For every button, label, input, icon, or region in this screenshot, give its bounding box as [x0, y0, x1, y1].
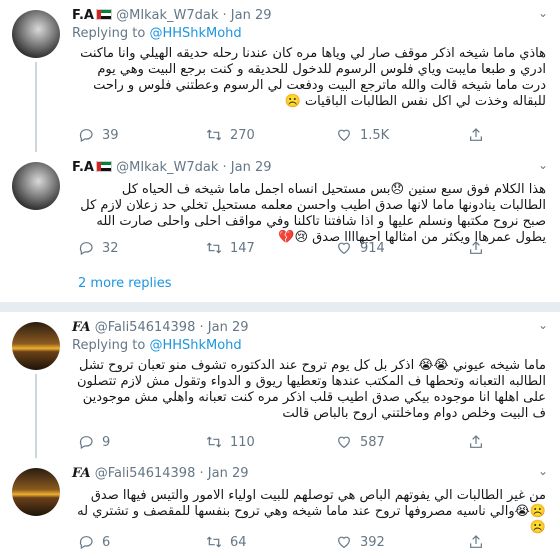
user-handle[interactable]: @MIkak_W7dak	[116, 8, 218, 23]
reply-count: 6	[102, 534, 111, 550]
thread-line	[35, 62, 37, 154]
tweet-text: هاذي ماما شيخه اذكر موقف صار لي وياها مر…	[80, 46, 546, 109]
avatar[interactable]	[12, 322, 60, 370]
reply-count: 9	[102, 434, 111, 450]
tweet-header: F.A @MIkak_W7dak · Jan 29	[72, 8, 272, 23]
display-name[interactable]: FA	[72, 320, 91, 335]
reply-button[interactable]: 9	[78, 434, 110, 450]
share-button[interactable]	[468, 434, 492, 450]
tweet-1[interactable]: F.A @MIkak_W7dak · Jan 29 ⌄ Replying to …	[0, 0, 560, 154]
share-icon	[470, 241, 482, 254]
tweet-2[interactable]: F.A @MIkak_W7dak · Jan 29 ⌄ هذا الكلام ف…	[0, 152, 560, 267]
share-button[interactable]	[468, 534, 492, 550]
avatar[interactable]	[12, 162, 60, 210]
tweet-header: FA @Fali54614398 · Jan 29	[72, 320, 249, 335]
tweet-text: ماما شيخه عيوني 😭😭 اذكر بل كل يوم تروح ع…	[76, 358, 546, 421]
like-button[interactable]: 587	[336, 434, 385, 450]
reply-icon	[79, 536, 93, 550]
chevron-down-icon[interactable]: ⌄	[538, 318, 548, 332]
tweet-header: F.A @MIkak_W7dak · Jan 29	[72, 160, 272, 175]
replying-to: Replying to @HHShkMohd	[72, 338, 242, 353]
tweet-actions: 9 110 587	[72, 434, 546, 452]
heart-icon	[338, 536, 350, 549]
retweet-button[interactable]: 270	[206, 127, 255, 143]
replying-to-link[interactable]: @HHShkMohd	[149, 26, 241, 41]
reply-count: 39	[102, 127, 119, 143]
share-icon	[470, 435, 482, 448]
tweet-actions: 32 147 914	[72, 240, 546, 258]
retweet-icon	[206, 129, 222, 141]
tweet-actions: 6 64 392	[72, 534, 546, 552]
tweet-date[interactable]: Jan 29	[208, 320, 249, 335]
more-replies-row[interactable]: 2 more replies	[0, 266, 560, 303]
more-replies-link[interactable]: 2 more replies	[78, 276, 172, 291]
like-button[interactable]: 392	[336, 534, 385, 550]
heart-icon	[338, 129, 350, 142]
user-handle[interactable]: @Fali54614398	[95, 466, 196, 481]
tweet-header: FA @Fali54614398 · Jan 29	[72, 466, 249, 481]
replying-label: Replying to	[72, 338, 146, 353]
retweet-count: 110	[230, 434, 255, 450]
tweet-actions: 39 270 1.5K	[72, 127, 546, 145]
heart-icon	[338, 436, 350, 449]
replying-to: Replying to @HHShkMohd	[72, 26, 242, 41]
replying-to-link[interactable]: @HHShkMohd	[149, 338, 241, 353]
like-count: 1.5K	[360, 127, 390, 143]
retweet-count: 64	[230, 534, 247, 550]
reply-count: 32	[102, 240, 119, 256]
share-button[interactable]	[468, 240, 492, 256]
reply-icon	[79, 242, 93, 256]
avatar[interactable]	[12, 10, 60, 58]
uae-flag-icon	[95, 161, 112, 172]
tweet-date[interactable]: Jan 29	[208, 466, 249, 481]
retweet-icon	[206, 436, 222, 448]
tweet-3[interactable]: FA @Fali54614398 · Jan 29 ⌄ Replying to …	[0, 312, 560, 460]
retweet-count: 147	[230, 240, 255, 256]
like-count: 914	[360, 240, 385, 256]
retweet-button[interactable]: 110	[206, 434, 255, 450]
display-name[interactable]: F.A	[72, 8, 94, 23]
retweet-icon	[206, 536, 222, 548]
heart-icon	[338, 242, 350, 255]
reply-button[interactable]: 6	[78, 534, 110, 550]
like-button[interactable]: 914	[336, 240, 385, 256]
share-button[interactable]	[468, 127, 492, 143]
retweet-count: 270	[230, 127, 255, 143]
replying-label: Replying to	[72, 26, 146, 41]
like-count: 587	[360, 434, 385, 450]
chevron-down-icon[interactable]: ⌄	[538, 158, 548, 172]
tweet-text: هذا الكلام فوق سبع سنين 😞بس مستحيل انساه…	[80, 182, 546, 245]
chevron-down-icon[interactable]: ⌄	[538, 6, 548, 20]
share-icon	[470, 535, 482, 548]
section-divider	[0, 302, 560, 312]
user-handle[interactable]: @MIkak_W7dak	[116, 160, 218, 175]
reply-icon	[79, 436, 93, 450]
retweet-icon	[206, 242, 222, 254]
chevron-down-icon[interactable]: ⌄	[538, 464, 548, 478]
tweet-date[interactable]: Jan 29	[231, 8, 272, 23]
avatar[interactable]	[12, 468, 60, 516]
uae-flag-icon	[95, 9, 112, 20]
tweet-text: من غير الطالبات الي يفوتهم الباص هي توصل…	[77, 488, 546, 535]
reply-icon	[79, 129, 93, 143]
like-button[interactable]: 1.5K	[336, 127, 389, 143]
reply-button[interactable]: 32	[78, 240, 119, 256]
display-name[interactable]: F.A	[72, 160, 94, 175]
retweet-button[interactable]: 147	[206, 240, 255, 256]
user-handle[interactable]: @Fali54614398	[95, 320, 196, 335]
reply-button[interactable]: 39	[78, 127, 119, 143]
retweet-button[interactable]: 64	[206, 534, 247, 550]
tweet-4[interactable]: FA @Fali54614398 · Jan 29 ⌄ من غير الطال…	[0, 458, 560, 558]
tweet-date[interactable]: Jan 29	[231, 160, 272, 175]
thread-line	[35, 374, 37, 460]
display-name[interactable]: FA	[72, 466, 91, 481]
share-icon	[470, 128, 482, 141]
like-count: 392	[360, 534, 385, 550]
